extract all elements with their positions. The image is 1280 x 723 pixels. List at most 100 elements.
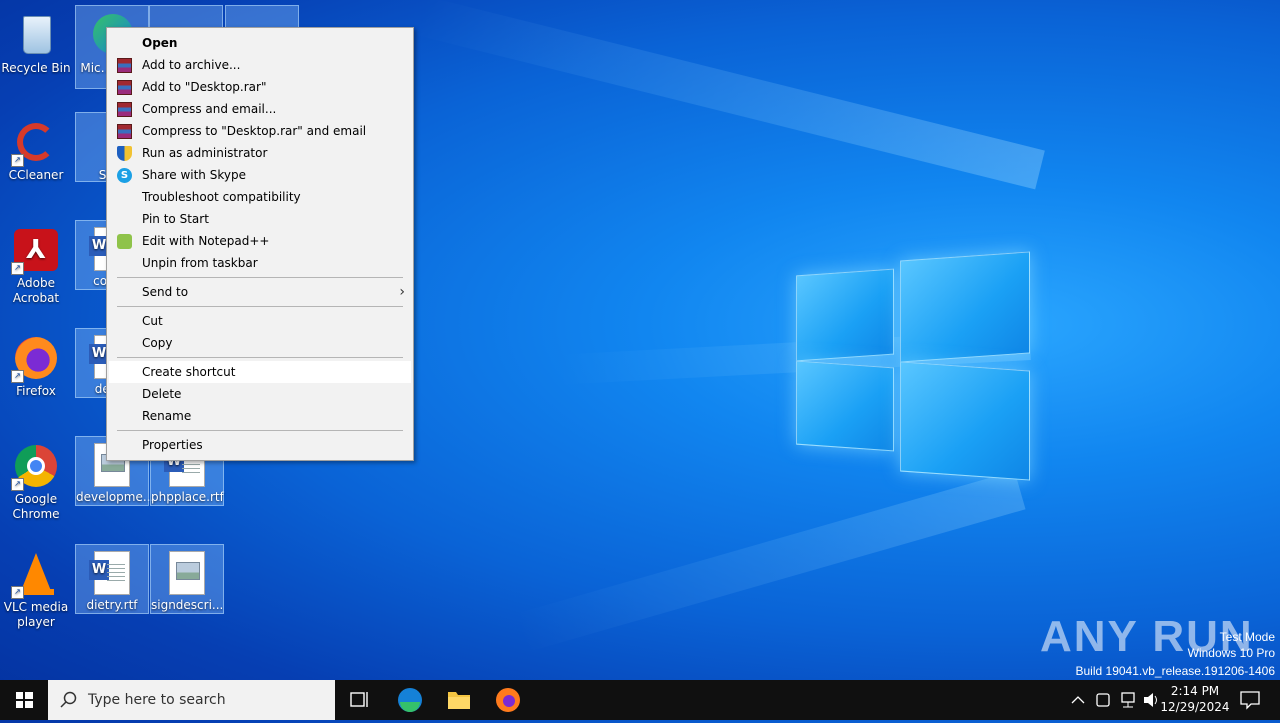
menu-item-label: Rename xyxy=(142,409,192,423)
taskbar-edge[interactable] xyxy=(386,680,434,720)
ccleaner-icon: ↗ xyxy=(11,119,59,167)
desktop-icon-file[interactable] xyxy=(225,5,299,29)
menu-item-compress-and-email[interactable]: Compress and email... xyxy=(109,98,411,120)
menu-item-label: Compress and email... xyxy=(142,102,277,116)
menu-item-run-as-administrator[interactable]: Run as administrator xyxy=(109,142,411,164)
winrar-icon xyxy=(117,124,132,139)
volume-icon xyxy=(1144,693,1157,707)
menu-item-cut[interactable]: Cut xyxy=(109,310,411,332)
volume-button[interactable] xyxy=(1140,680,1162,720)
vlc-cone-icon: ↗ xyxy=(11,551,59,599)
desktop-icon-label: Firefox xyxy=(16,384,56,398)
light-beam xyxy=(514,470,1026,653)
word-document-icon: W xyxy=(89,551,130,595)
clock-date: 12/29/2024 xyxy=(1160,700,1230,714)
notepad-plus-plus-icon xyxy=(117,234,132,249)
desktop-icon-label: phpplace.rtf xyxy=(151,490,224,504)
menu-item-share-with-skype[interactable]: S Share with Skype xyxy=(109,164,411,186)
network-icon xyxy=(1121,692,1135,708)
desktop-icon-label: developme... xyxy=(76,490,155,504)
menu-item-label: Pin to Start xyxy=(142,212,209,226)
menu-item-send-to[interactable]: Send to › xyxy=(109,281,411,303)
windows-start-icon xyxy=(16,692,33,708)
show-hidden-icons-button[interactable] xyxy=(1068,680,1088,720)
winrar-icon xyxy=(117,102,132,117)
menu-item-open[interactable]: Open xyxy=(109,32,411,54)
desktop-icon-ccleaner[interactable]: ↗ CCleaner xyxy=(0,113,72,183)
menu-item-label: Add to archive... xyxy=(142,58,241,72)
edge-icon xyxy=(398,688,422,712)
menu-item-delete[interactable]: Delete xyxy=(109,383,411,405)
light-beam xyxy=(414,0,1045,190)
desktop-icon-file[interactable] xyxy=(149,5,223,29)
desktop-icon-signdescri[interactable]: signdescri... xyxy=(150,544,224,614)
menu-item-label: Copy xyxy=(142,336,173,350)
menu-separator xyxy=(117,306,403,307)
recycle-bin-icon xyxy=(13,12,59,58)
menu-item-create-shortcut[interactable]: Create shortcut xyxy=(109,361,411,383)
desktop-icon-dietry[interactable]: W dietry.rtf xyxy=(75,544,149,614)
folder-icon xyxy=(448,692,470,709)
taskbar-clock[interactable]: 2:14 PM 12/29/2024 xyxy=(1160,683,1230,715)
desktop-icon-recycle-bin[interactable]: Recycle Bin xyxy=(0,6,72,76)
adobe-acrobat-icon: ⅄ ↗ xyxy=(11,227,59,275)
desktop-icon-firefox[interactable]: ↗ Firefox xyxy=(0,329,72,399)
notification-icon xyxy=(1240,691,1260,710)
tray-app-icon xyxy=(1096,693,1110,707)
menu-item-label: Troubleshoot compatibility xyxy=(142,190,301,204)
clock-time: 2:14 PM xyxy=(1170,684,1220,698)
menu-item-copy[interactable]: Copy xyxy=(109,332,411,354)
desktop-icon-label: dietry.rtf xyxy=(86,598,138,612)
taskbar-search-box[interactable]: Type here to search xyxy=(48,680,335,720)
taskbar-firefox[interactable] xyxy=(484,680,532,720)
test-mode-text: Test Mode xyxy=(1219,630,1275,644)
taskbar: Type here to search 2:14 PM 12/29/2024 xyxy=(0,680,1280,720)
menu-item-label: Open xyxy=(142,36,178,50)
menu-item-troubleshoot-compatibility[interactable]: Troubleshoot compatibility xyxy=(109,186,411,208)
search-icon xyxy=(60,691,77,708)
menu-item-label: Edit with Notepad++ xyxy=(142,234,270,248)
menu-item-add-to-archive[interactable]: Add to archive... xyxy=(109,54,411,76)
menu-item-label: Send to xyxy=(142,285,189,299)
windows-edition-text: Windows 10 Pro xyxy=(1187,646,1275,660)
start-button[interactable] xyxy=(0,680,48,720)
menu-item-label: Unpin from taskbar xyxy=(142,256,258,270)
search-placeholder: Type here to search xyxy=(88,692,226,708)
menu-item-label: Add to "Desktop.rar" xyxy=(142,80,267,94)
menu-item-compress-to-rar-and-email[interactable]: Compress to "Desktop.rar" and email xyxy=(109,120,411,142)
taskbar-file-explorer[interactable] xyxy=(435,680,483,720)
build-info-text: Build 19041.vb_release.191206-1406 xyxy=(1075,664,1276,678)
context-menu: Open Add to archive... Add to "Desktop.r… xyxy=(106,27,414,461)
menu-item-label: Create shortcut xyxy=(142,365,236,379)
desktop-icon-label: Recycle Bin xyxy=(1,61,71,75)
winrar-icon xyxy=(117,58,132,73)
desktop-icon-adobe-acrobat[interactable]: ⅄ ↗ Adobe Acrobat xyxy=(0,221,72,306)
notifications-button[interactable] xyxy=(1236,680,1264,720)
chevron-up-icon xyxy=(1071,696,1085,704)
desktop-icon-vlc[interactable]: ↗ VLC media player xyxy=(0,545,72,630)
network-button[interactable] xyxy=(1116,680,1138,720)
menu-item-unpin-from-taskbar[interactable]: Unpin from taskbar xyxy=(109,252,411,274)
menu-item-pin-to-start[interactable]: Pin to Start xyxy=(109,208,411,230)
menu-item-edit-with-notepad[interactable]: Edit with Notepad++ xyxy=(109,230,411,252)
task-view-button[interactable] xyxy=(336,680,384,720)
menu-item-label: Compress to "Desktop.rar" and email xyxy=(142,124,367,138)
chrome-icon: ↗ xyxy=(11,443,59,491)
tray-security-button[interactable] xyxy=(1092,680,1114,720)
desktop-icon-label: Google Chrome xyxy=(12,492,60,521)
menu-separator xyxy=(117,357,403,358)
desktop-icon-label: Adobe Acrobat xyxy=(12,276,60,305)
menu-item-label: Cut xyxy=(142,314,163,328)
image-document-icon xyxy=(169,551,205,595)
chevron-right-icon: › xyxy=(399,284,405,300)
desktop-icon-label: CCleaner xyxy=(8,168,64,182)
menu-item-label: Run as administrator xyxy=(142,146,268,160)
desktop-icon-google-chrome[interactable]: ↗ Google Chrome xyxy=(0,437,72,522)
menu-item-rename[interactable]: Rename xyxy=(109,405,411,427)
menu-item-label: Delete xyxy=(142,387,182,401)
menu-item-add-to-desktop-rar[interactable]: Add to "Desktop.rar" xyxy=(109,76,411,98)
desktop-icon-label: VLC media player xyxy=(3,600,69,629)
task-view-icon xyxy=(350,692,368,707)
menu-item-properties[interactable]: Properties xyxy=(109,434,411,456)
menu-item-label: Share with Skype xyxy=(142,168,246,182)
